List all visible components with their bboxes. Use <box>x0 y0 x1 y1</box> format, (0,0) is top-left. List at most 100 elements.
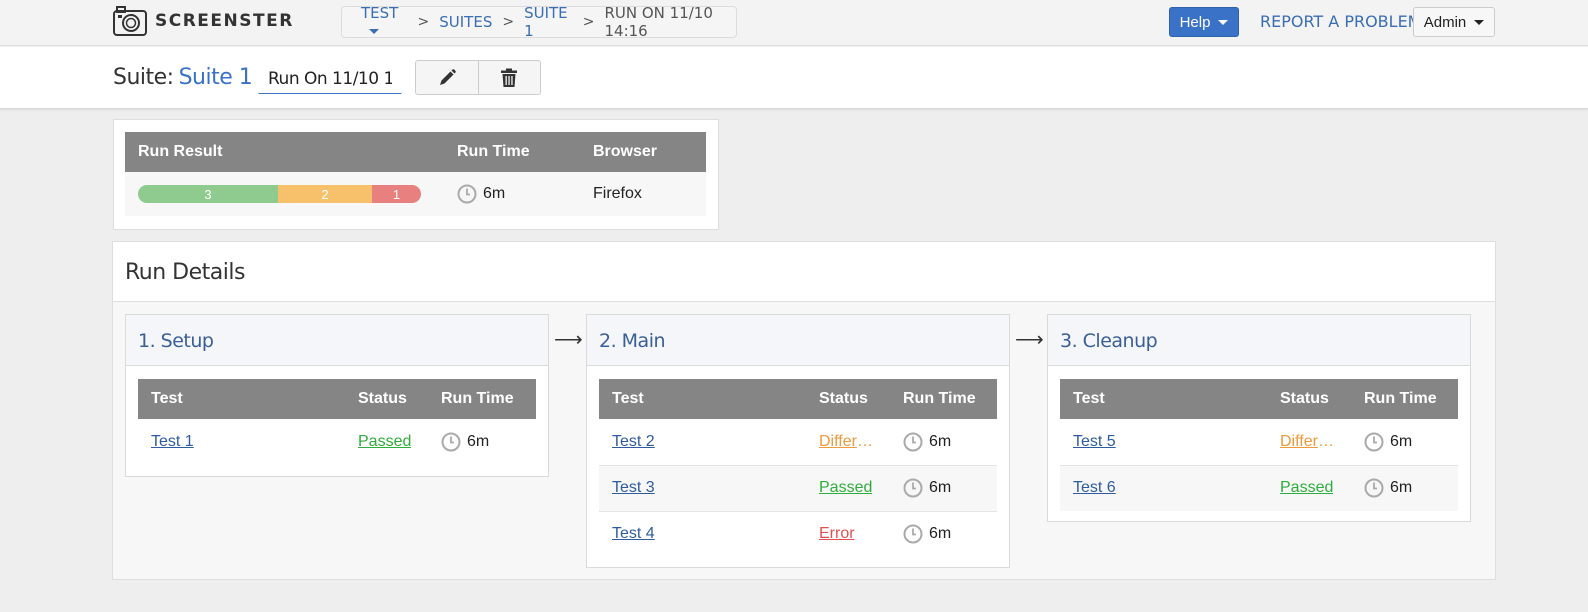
column-header-browser: Browser <box>580 132 706 172</box>
column-header-status: Status <box>806 379 890 419</box>
table-header-row: Test Status Run Time <box>138 379 536 419</box>
run-result-cell: 3 2 1 <box>125 172 444 216</box>
trash-icon <box>501 68 518 87</box>
breadcrumb-separator: > <box>417 14 430 30</box>
run-summary-table: Run Result Run Time Browser 3 2 1 6m Fir… <box>125 132 706 216</box>
table-header-row: Test Status Run Time <box>1060 379 1458 419</box>
stage-main: 2. Main Test Status Run Time Test 2 Diff… <box>586 314 1010 568</box>
status-link[interactable]: Differences <box>819 433 877 451</box>
breadcrumb-separator: > <box>502 14 515 30</box>
table-row: Test 2 Differences 6m <box>599 419 997 466</box>
pencil-icon <box>439 68 456 85</box>
breadcrumb-suites[interactable]: SUITES <box>439 13 492 31</box>
report-problem-link[interactable]: REPORT A PROBLEM <box>1260 12 1421 31</box>
stage-title: 3. Cleanup <box>1048 315 1470 366</box>
column-header-test: Test <box>599 379 806 419</box>
column-header-run-time: Run Time <box>428 379 536 419</box>
run-time-cell: 6m <box>444 172 580 216</box>
table-header-row: Test Status Run Time <box>599 379 997 419</box>
arrow-right-icon: ⟶ <box>554 329 583 351</box>
stage-tests-table: Test Status Run Time Test 1 Passed 6m <box>138 379 536 465</box>
delete-button[interactable] <box>477 61 541 94</box>
run-actions-group <box>415 60 541 95</box>
table-row: Test 5 Differences 6m <box>1060 419 1458 466</box>
table-row: Test 6 Passed 6m <box>1060 465 1458 511</box>
stage-title: 2. Main <box>587 315 1009 366</box>
status-link[interactable]: Passed <box>1280 479 1333 497</box>
errors-count-segment: 1 <box>372 185 421 203</box>
chevron-down-icon <box>1218 19 1229 25</box>
chevron-down-icon <box>1474 19 1485 25</box>
app-logo[interactable]: SCREENSTER <box>113 5 294 37</box>
status-link[interactable]: Passed <box>358 433 411 451</box>
suite-title: Suite: Suite 1 <box>113 65 253 90</box>
column-header-status: Status <box>345 379 428 419</box>
suite-name-link[interactable]: Suite 1 <box>179 65 253 90</box>
clock-icon <box>457 184 477 204</box>
breadcrumb: TEST > SUITES > SUITE 1 > RUN ON 11/10 1… <box>341 4 737 40</box>
breadcrumb-suite-1[interactable]: SUITE 1 <box>524 4 573 40</box>
column-header-run-time: Run Time <box>890 379 997 419</box>
stage-cleanup: 3. Cleanup Test Status Run Time Test 5 D… <box>1047 314 1471 522</box>
breadcrumb-separator: > <box>582 14 595 30</box>
test-link[interactable]: Test 5 <box>1073 433 1116 450</box>
user-menu-button[interactable]: Admin <box>1413 7 1495 37</box>
run-time-value: 6m <box>929 525 952 543</box>
browser-cell: Firefox <box>580 172 706 216</box>
clock-icon <box>1364 478 1384 498</box>
table-row: 3 2 1 6m Firefox <box>125 172 706 216</box>
breadcrumb-test[interactable]: TEST <box>361 4 408 40</box>
differences-count-segment: 2 <box>278 185 372 203</box>
suite-header-bar: Suite: Suite 1 <box>0 47 1588 109</box>
test-link[interactable]: Test 4 <box>612 525 655 542</box>
table-row: Test 3 Passed 6m <box>599 465 997 512</box>
run-time-value: 6m <box>1390 432 1413 450</box>
test-link[interactable]: Test 6 <box>1073 479 1116 496</box>
stage-title: 1. Setup <box>126 315 548 366</box>
column-header-test: Test <box>138 379 345 419</box>
clock-icon <box>1364 432 1384 452</box>
run-time-value: 6m <box>929 432 952 450</box>
breadcrumb-current-run: RUN ON 11/10 14:16 <box>604 4 713 40</box>
test-link[interactable]: Test 3 <box>612 479 655 496</box>
user-label: Admin <box>1423 13 1467 31</box>
stage-setup: 1. Setup Test Status Run Time Test 1 Pas… <box>125 314 549 477</box>
camera-logo-icon <box>113 6 147 36</box>
run-name-input[interactable] <box>258 65 402 94</box>
status-link[interactable]: Differences <box>1280 433 1338 451</box>
run-time-value: 6m <box>1390 479 1413 497</box>
clock-icon <box>903 478 923 498</box>
column-header-test: Test <box>1060 379 1267 419</box>
top-navbar: SCREENSTER TEST > SUITES > SUITE 1 > RUN… <box>0 0 1588 46</box>
run-time-value: 6m <box>483 185 506 202</box>
table-row: Test 4 Error 6m <box>599 511 997 557</box>
stage-tests-table: Test Status Run Time Test 5 Differences … <box>1060 379 1458 511</box>
run-time-value: 6m <box>929 479 952 496</box>
status-link[interactable]: Passed <box>819 479 872 497</box>
column-header-run-time: Run Time <box>444 132 580 172</box>
app-name: SCREENSTER <box>155 11 294 31</box>
edit-button[interactable] <box>416 61 478 94</box>
stage-tests-table: Test Status Run Time Test 2 Differences … <box>599 379 997 557</box>
run-summary-panel: Run Result Run Time Browser 3 2 1 6m Fir… <box>113 119 719 230</box>
table-row: Test 1 Passed 6m <box>138 419 536 465</box>
table-header-row: Run Result Run Time Browser <box>125 132 706 172</box>
test-link[interactable]: Test 1 <box>151 433 194 450</box>
column-header-status: Status <box>1267 379 1351 419</box>
run-details-panel: Run Details 1. Setup Test Status Run Tim… <box>112 241 1496 580</box>
clock-icon <box>903 432 923 452</box>
chevron-down-icon <box>369 29 379 34</box>
arrow-right-icon: ⟶ <box>1015 329 1044 351</box>
help-button[interactable]: Help <box>1169 7 1239 37</box>
test-link[interactable]: Test 2 <box>612 433 655 450</box>
column-header-run-result: Run Result <box>125 132 444 172</box>
clock-icon <box>441 432 461 452</box>
help-label: Help <box>1179 13 1211 31</box>
run-result-bar: 3 2 1 <box>138 185 421 203</box>
status-link[interactable]: Error <box>819 525 855 543</box>
run-time-value: 6m <box>467 433 490 450</box>
run-details-title: Run Details <box>113 242 1495 302</box>
clock-icon <box>903 524 923 544</box>
column-header-run-time: Run Time <box>1351 379 1458 419</box>
suite-prefix: Suite: <box>113 65 174 90</box>
